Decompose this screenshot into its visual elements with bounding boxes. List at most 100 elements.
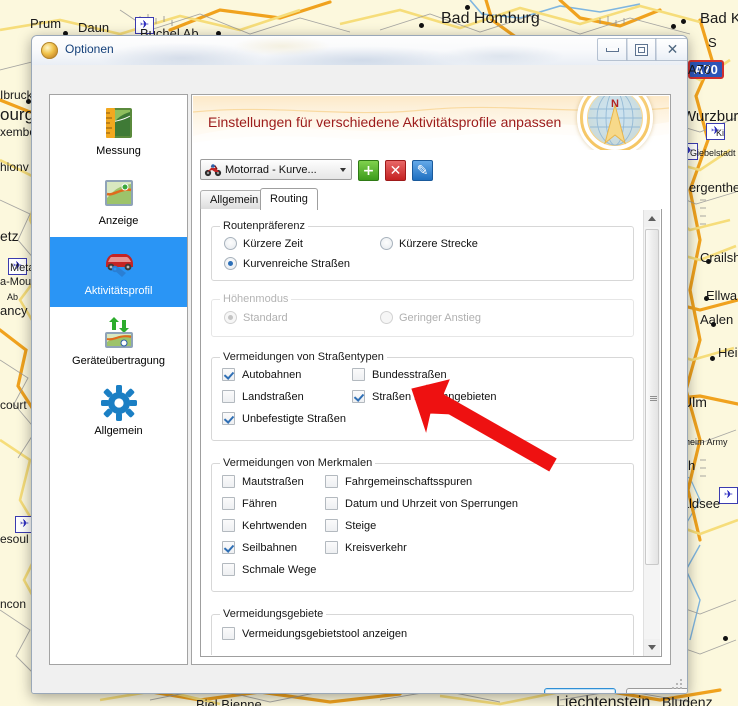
sidebar-item-allgemein[interactable]: Allgemein — [50, 377, 187, 447]
radio-indicator — [380, 311, 393, 324]
close-icon: ✕ — [666, 41, 679, 58]
checkbox-strassen-in-wohngebieten[interactable]: Straßen in Wohngebieten — [352, 390, 497, 403]
map-dot — [671, 24, 676, 29]
scroll-up-button[interactable] — [644, 210, 660, 227]
radio-indicator — [224, 311, 237, 324]
ok-button[interactable]: OK — [544, 688, 616, 693]
radio-indicator — [380, 237, 393, 250]
minimize-icon — [606, 47, 619, 52]
checkbox-indicator — [222, 475, 235, 488]
sidebar-item-label: Messung — [96, 145, 141, 157]
checkbox-kehrtwenden[interactable]: Kehrtwenden — [222, 519, 307, 532]
checkbox-faehren[interactable]: Fähren — [222, 497, 277, 510]
sidebar-item-label: Geräteübertragung — [72, 355, 165, 367]
radio-label: Kürzere Strecke — [399, 237, 478, 250]
radio-kuerzere-strecke[interactable]: Kürzere Strecke — [380, 237, 478, 250]
chevron-up-icon — [648, 216, 656, 221]
sidebar-item-messung[interactable]: Messung — [50, 97, 187, 167]
checkbox-label: Fahrgemeinschaftsspuren — [345, 475, 473, 488]
close-button[interactable]: ✕ — [655, 38, 687, 61]
dialog-body: Messung Anzeige Aktivitätsprofil Geräteü… — [32, 65, 687, 693]
minimize-button[interactable] — [597, 38, 628, 61]
checkbox-indicator — [222, 497, 235, 510]
scrollbar-grip-icon — [650, 396, 657, 402]
tab-label: Routing — [270, 193, 308, 205]
resize-grip[interactable] — [672, 679, 683, 690]
checkbox-label: Vermeidungsgebietstool anzeigen — [242, 627, 408, 640]
checkbox-label: Kehrtwenden — [242, 519, 307, 532]
checkbox-schmale-wege[interactable]: Schmale Wege — [222, 563, 316, 576]
map-label: Bad K — [700, 10, 738, 27]
checkbox-label: Straßen in Wohngebieten — [372, 390, 497, 403]
checkbox-kreisverkehr[interactable]: Kreisverkehr — [325, 541, 407, 554]
checkbox-vermeidungsgebietstool-anzeigen[interactable]: Vermeidungsgebietstool anzeigen — [222, 627, 407, 640]
profile-combobox-value: Motorrad - Kurve... — [225, 163, 317, 176]
group-merkmale: Vermeidungen von Merkmalen Mautstraßen F… — [211, 457, 634, 592]
chevron-down-icon[interactable] — [340, 168, 346, 172]
map-label: Biel Bienne — [196, 697, 262, 706]
map-label: Ibruck — [0, 88, 33, 102]
maximize-button[interactable] — [626, 38, 657, 61]
scroll-down-button[interactable] — [644, 639, 660, 656]
group-strassentypen: Vermeidungen von Straßentypen Autobahnen… — [211, 351, 634, 441]
scrollbar-thumb[interactable] — [645, 229, 659, 565]
checkbox-autobahnen[interactable]: Autobahnen — [222, 368, 301, 381]
radio-kuerzere-zeit[interactable]: Kürzere Zeit — [224, 237, 303, 250]
map-label: ncon — [0, 597, 27, 611]
checkbox-bundesstrassen[interactable]: Bundesstraßen — [352, 368, 447, 381]
options-category-list: Messung Anzeige Aktivitätsprofil Geräteü… — [49, 94, 188, 665]
edit-profile-button[interactable]: ✎ — [412, 160, 433, 181]
group-title: Höhenmodus — [220, 293, 292, 305]
map-label: Aalen — [700, 312, 734, 327]
motorcycle-icon — [204, 163, 222, 177]
checkbox-label: Landstraßen — [242, 390, 304, 403]
checkbox-unbefestigte-strassen[interactable]: Unbefestigte Straßen — [222, 412, 346, 425]
sidebar-item-label: Allgemein — [94, 425, 143, 437]
vertical-scrollbar[interactable] — [643, 210, 660, 656]
tab-routing[interactable]: Routing — [260, 188, 318, 210]
add-profile-button[interactable]: + — [358, 160, 379, 181]
tab-allgemein[interactable]: Allgemein — [200, 190, 269, 209]
aero-glass-blur — [32, 36, 687, 65]
sidebar-item-geraeteuebertragung[interactable]: Geräteübertragung — [50, 307, 187, 377]
checkbox-steige[interactable]: Steige — [325, 519, 376, 532]
checkbox-label: Mautstraßen — [242, 475, 304, 488]
checkbox-label: Kreisverkehr — [345, 541, 407, 554]
dialog-title-bar[interactable]: Optionen ✕ — [32, 36, 687, 66]
routing-tab-pane: Routenpräferenz Kürzere Zeit Kürzere Str… — [200, 209, 662, 657]
map-dot — [419, 23, 424, 28]
gear-icon — [100, 384, 138, 422]
sidebar-item-aktivitaetsprofil[interactable]: Aktivitätsprofil — [50, 237, 187, 307]
device-transfer-icon — [100, 314, 138, 352]
checkbox-indicator — [222, 627, 235, 640]
checkbox-mautstrassen[interactable]: Mautstraßen — [222, 475, 304, 488]
checkbox-indicator — [352, 390, 365, 403]
checkbox-datum-und-uhrzeit-von-sperrungen[interactable]: Datum und Uhrzeit von Sperrungen — [325, 497, 518, 510]
radio-label: Kürzere Zeit — [243, 237, 303, 250]
checkbox-landstrassen[interactable]: Landstraßen — [222, 390, 304, 403]
checkbox-label: Schmale Wege — [242, 563, 317, 576]
map-label: ourg — [0, 105, 35, 124]
checkbox-indicator — [325, 497, 338, 510]
checkbox-seilbahnen[interactable]: Seilbahnen — [222, 541, 297, 554]
sidebar-item-anzeige[interactable]: Anzeige — [50, 167, 187, 237]
banner-title: Einstellungen für verschiedene Aktivität… — [208, 114, 562, 130]
checkbox-indicator — [222, 412, 235, 425]
radio-kurvenreiche-strassen[interactable]: Kurvenreiche Straßen — [224, 257, 350, 270]
routing-scroll-content: Routenpräferenz Kürzere Zeit Kürzere Str… — [201, 209, 644, 655]
checkbox-label: Steige — [345, 519, 377, 532]
map-label: hionv — [0, 160, 29, 174]
profile-combobox[interactable]: Motorrad - Kurve... — [200, 159, 352, 180]
checkbox-label: Seilbahnen — [242, 541, 298, 554]
x-icon: ✕ — [389, 162, 402, 179]
checkbox-label: Autobahnen — [242, 368, 302, 381]
checkbox-label: Bundesstraßen — [372, 368, 447, 381]
chevron-down-icon — [648, 645, 656, 650]
delete-profile-button[interactable]: ✕ — [385, 160, 406, 181]
checkbox-fahrgemeinschaftsspuren[interactable]: Fahrgemeinschaftsspuren — [325, 475, 472, 488]
group-routenpraeferenz: Routenpräferenz Kürzere Zeit Kürzere Str… — [211, 220, 634, 281]
pencil-icon: ✎ — [416, 162, 429, 179]
checkbox-indicator — [222, 541, 235, 554]
checkbox-indicator — [222, 563, 235, 576]
checkbox-indicator — [325, 475, 338, 488]
